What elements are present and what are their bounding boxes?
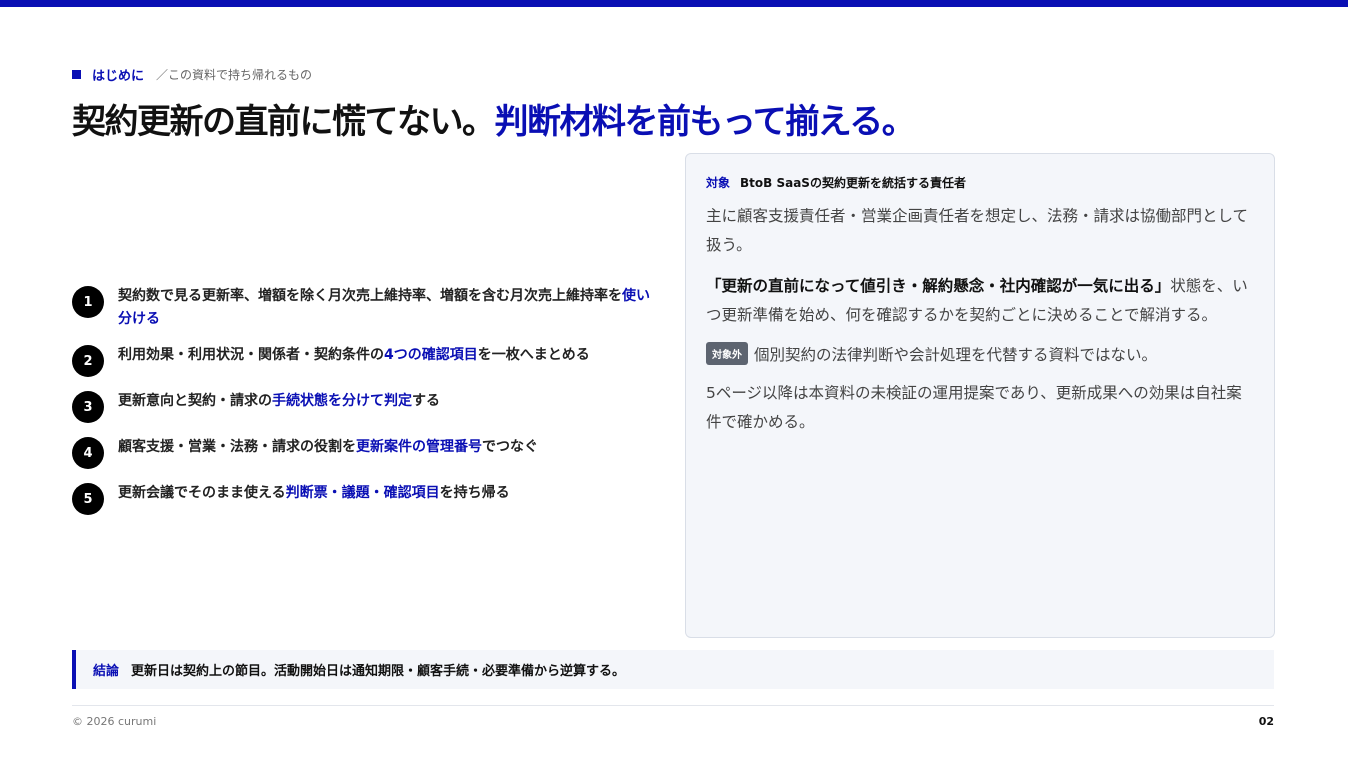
list-item-text: 利用効果・利用状況・関係者・契約条件の4つの確認項目を一枚へまとめる [118, 347, 590, 363]
headline-main: 契約更新の直前に慌てない。 [72, 102, 496, 142]
list-item: 2 利用効果・利用状況・関係者・契約条件の4つの確認項目を一枚へまとめる [72, 344, 662, 377]
section-name: はじめに [92, 68, 145, 84]
section-subtitle: ／この資料で持ち帰れるもの [156, 67, 313, 82]
highlight-text: 手続状態を分けて判定 [272, 393, 412, 409]
page-number: 02 [1258, 715, 1274, 728]
number-badge: 3 [72, 391, 104, 423]
list-item-text: 顧客支援・営業・法務・請求の役割を更新案件の管理番号でつなぐ [118, 439, 538, 455]
number-badge: 4 [72, 437, 104, 469]
exclusion-badge: 対象外 [706, 342, 748, 365]
panel-paragraph-1: 主に顧客支援責任者・営業企画責任者を想定し、法務・請求は協働部門として扱う。 [706, 207, 1249, 254]
conclusion-text: 更新日は契約上の節目。活動開始日は通知期限・顧客手続・必要準備から逆算する。 [131, 664, 626, 679]
takeaway-list: 1 契約数で見る更新率、増額を除く月次売上維持率、増額を含む月次売上維持率を使い… [72, 285, 662, 528]
exclusion-text: 個別契約の法律判断や会計処理を代替する資料ではない。 [754, 345, 1158, 364]
panel-emphasis: 「更新の直前になって値引き・解約懸念・社内確認が一気に出る」 [706, 277, 1171, 295]
list-item: 4 顧客支援・営業・法務・請求の役割を更新案件の管理番号でつなぐ [72, 436, 662, 469]
list-item: 1 契約数で見る更新率、増額を除く月次売上維持率、増額を含む月次売上維持率を使い… [72, 285, 662, 331]
copyright: © 2026 curumi [72, 715, 157, 728]
top-accent-bar [0, 0, 1348, 7]
section-square-icon [72, 69, 81, 79]
target-text: BtoB SaaSの契約更新を統括する責任者 [740, 176, 966, 190]
highlight-text: 更新案件の管理番号 [356, 439, 482, 455]
number-badge: 2 [72, 345, 104, 377]
list-item: 5 更新会議でそのまま使える判断票・議題・確認項目を持ち帰る [72, 482, 662, 515]
panel-paragraph-2: 「更新の直前になって値引き・解約懸念・社内確認が一気に出る」状態を、いつ更新準備… [706, 277, 1248, 324]
list-item-text: 更新意向と契約・請求の手続状態を分けて判定する [118, 393, 440, 409]
number-badge: 1 [72, 286, 104, 318]
exclusion-line: 対象外 個別契約の法律判断や会計処理を代替する資料ではない。 [706, 342, 1254, 365]
highlight-text: 判断票・議題・確認項目 [285, 485, 440, 501]
target-line: 対象 BtoB SaaSの契約更新を統括する責任者 [706, 174, 1254, 191]
list-item: 3 更新意向と契約・請求の手続状態を分けて判定する [72, 390, 662, 423]
conclusion-tag: 結論 [93, 664, 120, 679]
panel-paragraph-3: 5ページ以降は本資料の未検証の運用提案であり、更新成果への効果は自社案件で確かめ… [706, 384, 1242, 431]
footer-divider [72, 705, 1274, 706]
page-title: 契約更新の直前に慌てない。判断材料を前もって揃える。 [72, 94, 916, 143]
list-item-text: 更新会議でそのまま使える判断票・議題・確認項目を持ち帰る [118, 485, 510, 501]
target-tag: 対象 [706, 176, 731, 190]
list-item-text: 契約数で見る更新率、増額を除く月次売上維持率、増額を含む月次売上維持率を使い分け… [118, 288, 650, 327]
conclusion-bar: 結論 更新日は契約上の節目。活動開始日は通知期限・顧客手続・必要準備から逆算する… [72, 650, 1274, 689]
highlight-text: 4つの確認項目 [384, 347, 478, 363]
section-label: はじめに ／この資料で持ち帰れるもの [72, 66, 313, 84]
number-badge: 5 [72, 483, 104, 515]
target-audience-panel: 対象 BtoB SaaSの契約更新を統括する責任者 主に顧客支援責任者・営業企画責… [685, 153, 1275, 638]
headline-accent: 判断材料を前もって揃える。 [494, 102, 916, 142]
